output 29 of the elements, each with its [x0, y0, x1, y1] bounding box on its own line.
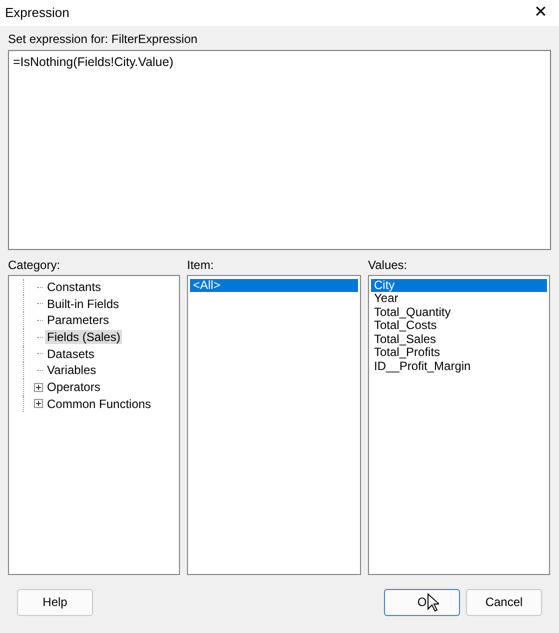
tree-item[interactable]: Operators: [45, 380, 102, 394]
pane-label: Item:: [187, 258, 215, 273]
pane-label: Values:: [368, 258, 408, 273]
expand-icon[interactable]: [34, 399, 43, 408]
list-item[interactable]: Total_Sales: [371, 332, 547, 346]
list-item[interactable]: <All>: [190, 278, 358, 292]
list-item[interactable]: City: [371, 278, 547, 292]
expression-field[interactable]: =IsNothing(Fields!City.Value): [8, 50, 551, 250]
close-button[interactable]: ✕: [530, 5, 551, 21]
cursor-icon: [427, 592, 439, 612]
pane-label: Category:: [8, 258, 62, 273]
list-item[interactable]: Year: [371, 292, 547, 306]
list-item[interactable]: Total_Costs: [371, 319, 547, 333]
tree-item[interactable]: Parameters: [45, 313, 112, 328]
tree-item[interactable]: Fields (Sales): [45, 330, 122, 344]
expand-icon[interactable]: [34, 382, 43, 392]
tree-item[interactable]: Constants: [45, 280, 104, 294]
list-item[interactable]: ID__Profit_Margin: [371, 360, 547, 374]
tree-item[interactable]: Common Functions: [45, 396, 154, 412]
ok-button[interactable]: O: [384, 588, 460, 616]
tree-item[interactable]: Variables: [45, 363, 98, 378]
list-item[interactable]: Total_Profits: [371, 346, 547, 360]
window-title: Expression: [5, 5, 70, 21]
expression-label: Set expression for: FilterExpression: [8, 32, 198, 46]
list-item[interactable]: Total_Quantity: [371, 306, 547, 320]
help-button[interactable]: Help: [17, 588, 93, 616]
tree-item[interactable]: Built-in Fields: [45, 296, 122, 311]
tree-item[interactable]: Datasets: [45, 346, 96, 362]
cancel-button[interactable]: Cancel: [466, 588, 542, 616]
